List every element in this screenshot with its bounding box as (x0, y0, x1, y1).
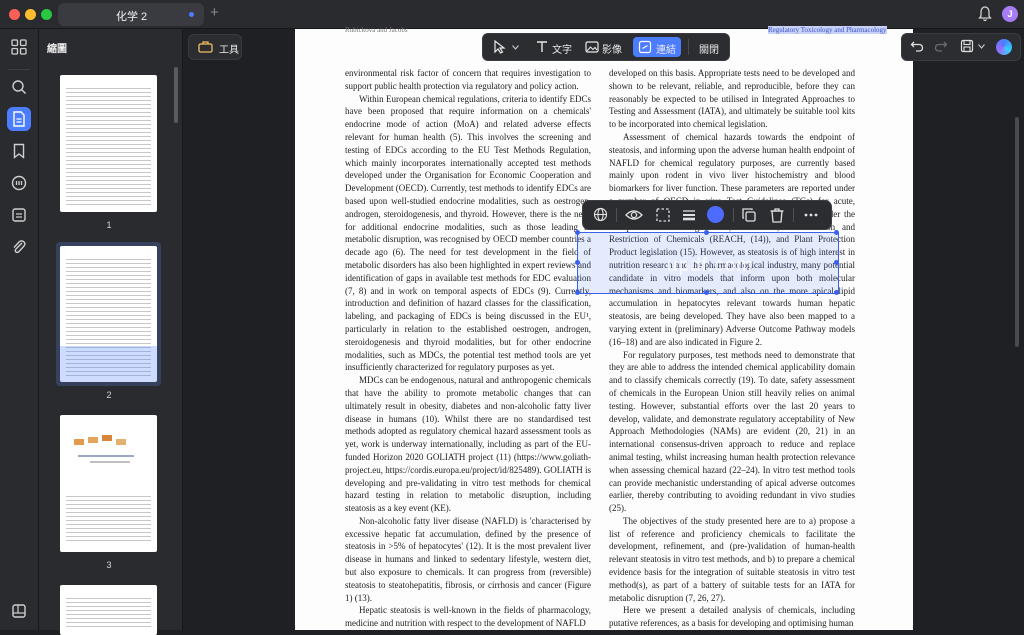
thumbnail-number: 2 (106, 390, 112, 400)
thumbnail-scrollbar[interactable] (174, 67, 178, 123)
rail-divider (8, 69, 30, 70)
panel-title: 縮圖 (47, 44, 67, 55)
resize-handle[interactable] (834, 290, 839, 295)
eye-icon[interactable] (625, 207, 643, 223)
thumbnail-page-1[interactable] (60, 75, 157, 212)
running-header-right[interactable]: Regulatory Toxicology and Pharmacology (768, 26, 887, 34)
resize-handle[interactable] (834, 260, 839, 265)
grid-icon[interactable] (7, 35, 31, 59)
bell-icon[interactable] (978, 6, 992, 22)
link-tool-label: 連結 (656, 45, 676, 56)
toolbar-divider (733, 208, 734, 222)
paragraph: Here we present a detailed analysis of c… (609, 605, 855, 629)
copy-icon[interactable] (741, 207, 757, 223)
minimize-window-button[interactable] (25, 9, 36, 20)
link-tool-button[interactable]: 連結 (633, 37, 681, 57)
thumbnail-text-lines (66, 85, 151, 206)
search-icon[interactable] (7, 75, 31, 99)
left-rail (0, 29, 39, 630)
save-icon[interactable] (960, 39, 974, 53)
avatar[interactable]: J (1002, 6, 1018, 22)
zoom-window-button[interactable] (41, 9, 52, 20)
color-picker-button[interactable] (707, 206, 724, 223)
paragraph: For regulatory purposes, test methods ne… (609, 349, 855, 514)
pdf-page[interactable]: Rubickova and Jacobs Regulatory Toxicolo… (295, 26, 913, 630)
image-tool-button[interactable]: 影像 (581, 37, 625, 57)
document-viewer: 工具 Rubickova and Jacobs Regulatory Toxic… (183, 26, 1024, 630)
paragraph: Hepatic steatosis is well-known in the f… (345, 605, 591, 629)
thumbnail-viewport-indicator (60, 346, 157, 382)
toolbar-divider (616, 208, 617, 222)
trash-icon[interactable] (769, 207, 785, 223)
resize-handle[interactable] (704, 290, 709, 295)
thumbnail-figure (70, 429, 146, 479)
text-column-left[interactable]: environmental risk factor of concern tha… (345, 67, 591, 630)
toolbar-divider (793, 208, 794, 222)
link-context-toolbar (582, 200, 832, 230)
close-edit-button[interactable]: 關閉 (694, 37, 724, 57)
paragraph: MDCs can be endogenous, natural and anth… (345, 375, 591, 514)
tools-button[interactable]: 工具 (188, 34, 242, 60)
resize-handle[interactable] (834, 230, 839, 235)
form-icon[interactable] (7, 203, 31, 227)
paragraph: The objectives of the study presented he… (609, 515, 855, 603)
text-column-right[interactable]: developed on this basis. Appropriate tes… (609, 67, 855, 630)
ai-assistant-icon[interactable] (996, 39, 1012, 55)
tab-title: 化学 2 (116, 11, 148, 23)
select-area-icon[interactable] (655, 207, 671, 223)
title-bar: 化学 2 + J (0, 0, 1024, 29)
redo-icon[interactable] (934, 39, 948, 53)
layout-icon[interactable] (7, 599, 31, 623)
paragraph: Non-alcoholic fatty liver disease (NAFLD… (345, 515, 591, 603)
running-header-left: Rubickova and Jacobs (345, 26, 408, 34)
text-tool-label: 文字 (552, 45, 572, 56)
resize-handle[interactable] (575, 230, 580, 235)
tools-label: 工具 (219, 45, 239, 56)
image-icon (585, 41, 599, 53)
text-icon (537, 41, 547, 52)
globe-link-icon[interactable] (593, 207, 609, 223)
text-tool-button[interactable]: 文字 (531, 37, 575, 57)
paragraph: environmental risk factor of concern tha… (345, 68, 591, 91)
unsaved-dot-icon (189, 12, 194, 17)
document-tab[interactable]: 化学 2 (58, 3, 204, 26)
close-edit-label: 關閉 (699, 45, 719, 56)
thumbnail-panel: 縮圖 1 2 3 (39, 29, 183, 635)
close-window-button[interactable] (9, 9, 20, 20)
select-tool-button[interactable] (487, 37, 523, 57)
thumbnail-page-4[interactable] (60, 585, 157, 635)
attachment-icon[interactable] (7, 235, 31, 259)
toolbox-icon (198, 41, 213, 53)
link-icon (638, 40, 652, 54)
undo-icon[interactable] (910, 39, 924, 53)
cursor-icon (494, 40, 506, 54)
paragraph: developed on this basis. Appropriate tes… (609, 68, 855, 130)
paragraph: Within European chemical regulations, cr… (345, 93, 591, 373)
thumbnail-text-lines (66, 493, 151, 544)
thumbnail-number: 1 (106, 220, 112, 230)
comment-icon[interactable] (7, 171, 31, 195)
document-scrollbar[interactable] (1015, 117, 1019, 347)
resize-handle[interactable] (704, 230, 709, 235)
chevron-down-icon (512, 45, 519, 50)
new-tab-button[interactable]: + (210, 5, 219, 20)
link-url-overlay: updf.com (667, 255, 754, 276)
resize-handle[interactable] (575, 260, 580, 265)
more-icon[interactable] (803, 207, 819, 223)
thumbnail-text-lines (66, 595, 151, 629)
edit-toolbar: 文字 影像 連結 關閉 (482, 33, 730, 61)
line-style-icon[interactable] (681, 207, 697, 223)
thumbnail-number: 3 (106, 560, 112, 570)
toolbar-divider (688, 39, 689, 55)
chevron-down-icon[interactable] (978, 44, 985, 49)
page-icon[interactable] (7, 107, 31, 131)
bookmark-icon[interactable] (7, 139, 31, 163)
history-toolbar (901, 33, 1021, 61)
image-tool-label: 影像 (602, 45, 622, 56)
thumbnail-page-2[interactable] (60, 246, 157, 382)
resize-handle[interactable] (575, 290, 580, 295)
thumbnail-page-3[interactable] (60, 415, 157, 552)
